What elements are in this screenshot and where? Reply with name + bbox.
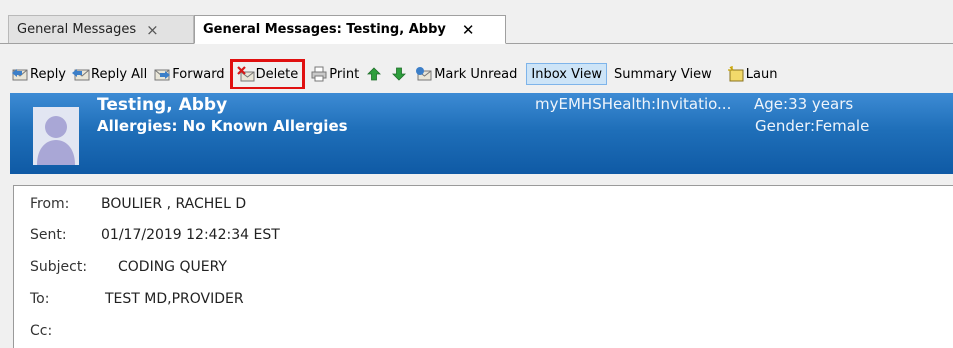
delete-icon (236, 66, 255, 82)
forward-label: Forward (172, 66, 225, 82)
subject-value: CODING QUERY (118, 259, 227, 275)
inbox-view-button[interactable]: Inbox View (526, 63, 607, 85)
message-toolbar: Reply Reply All Forward Delete Print Mar… (0, 59, 953, 89)
reply-button[interactable]: Reply (8, 62, 69, 86)
launch-label: Laun (745, 66, 778, 82)
inbox-view-label: Inbox View (531, 66, 602, 82)
reply-all-button[interactable]: Reply All (69, 62, 150, 86)
message-header: From: BOULIER , RACHEL D Sent: 01/17/201… (13, 185, 953, 348)
printer-icon (311, 66, 327, 82)
move-up-button[interactable] (362, 62, 387, 86)
arrow-up-icon (367, 67, 382, 81)
person-icon (33, 107, 79, 165)
tab-general-messages[interactable]: General Messages × (8, 15, 194, 43)
to-label: To: (30, 291, 50, 307)
cc-label: Cc: (30, 323, 53, 339)
patient-name: Testing, Abby (97, 95, 228, 115)
tab-bar: General Messages × General Messages: Tes… (0, 11, 953, 44)
window-top-strip (0, 0, 953, 11)
patient-age: Age:33 years (754, 95, 854, 113)
mark-unread-label: Mark Unread (434, 66, 518, 82)
summary-view-label: Summary View (613, 66, 712, 82)
delete-button[interactable]: Delete (229, 59, 306, 89)
patient-gender: Gender:Female (755, 117, 870, 135)
portal-status: myEMHSHealth:Invitatio... (535, 95, 732, 113)
reply-icon (12, 69, 28, 81)
tab-label: General Messages (17, 22, 137, 37)
launch-button[interactable]: Laun (724, 62, 781, 86)
mark-unread-icon (416, 67, 432, 81)
print-label: Print (329, 66, 360, 82)
avatar (33, 107, 79, 165)
forward-icon (154, 69, 171, 81)
patient-allergies: Allergies: No Known Allergies (97, 117, 348, 135)
summary-view-button[interactable]: Summary View (609, 63, 717, 85)
reply-all-icon (72, 69, 90, 81)
mark-unread-button[interactable]: Mark Unread (412, 62, 520, 86)
close-icon[interactable]: ✕ (462, 21, 475, 39)
forward-button[interactable]: Forward (150, 62, 227, 86)
print-button[interactable]: Print (307, 62, 362, 86)
from-value: BOULIER , RACHEL D (101, 196, 247, 212)
reply-label: Reply (30, 66, 67, 82)
delete-label: Delete (255, 66, 299, 82)
patient-banner: Testing, Abby Allergies: No Known Allerg… (10, 93, 953, 174)
from-label: From: (30, 196, 70, 212)
reply-all-label: Reply All (91, 66, 148, 82)
subject-label: Subject: (30, 259, 88, 275)
close-icon[interactable]: × (146, 21, 159, 39)
tab-label: General Messages: Testing, Abby (203, 22, 446, 37)
tab-general-messages-testing-abby[interactable]: General Messages: Testing, Abby ✕ (194, 15, 506, 44)
sent-value: 01/17/2019 12:42:34 EST (101, 227, 280, 243)
launch-icon (727, 66, 744, 82)
move-down-button[interactable] (387, 62, 412, 86)
arrow-down-icon (392, 67, 407, 81)
sent-label: Sent: (30, 227, 67, 243)
to-value: TEST MD,PROVIDER (105, 291, 244, 307)
